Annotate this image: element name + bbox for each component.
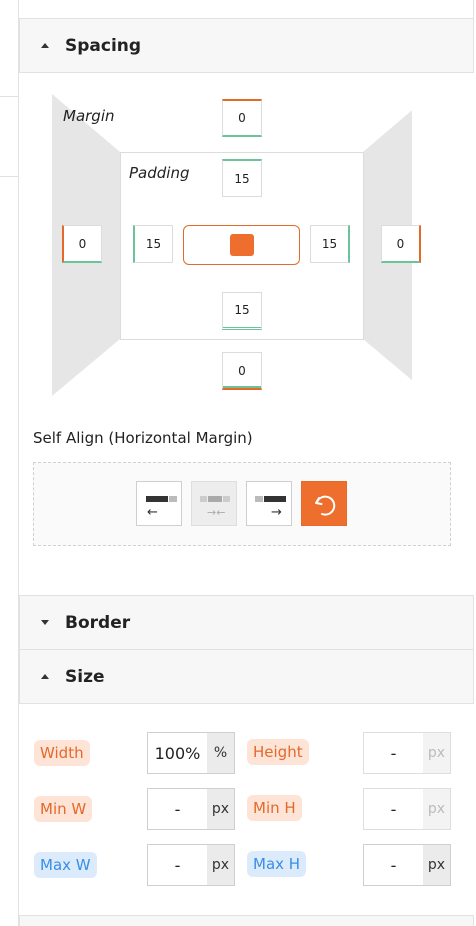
bar-spacer: [223, 496, 230, 502]
section-title: Border: [65, 612, 131, 633]
arrow-right-icon: →: [271, 505, 282, 520]
margin-left-input[interactable]: 0: [62, 225, 102, 263]
min-h-unit[interactable]: px: [423, 789, 450, 829]
content-square-icon: [229, 234, 254, 256]
arrow-left-icon: ←: [147, 505, 158, 520]
bar-spacer: [200, 496, 207, 502]
rail-divider: [0, 96, 19, 97]
align-left-icon: [146, 496, 168, 502]
min-w-unit[interactable]: px: [207, 789, 234, 829]
self-align-area: [33, 462, 451, 546]
min-h-label: Min H: [247, 795, 302, 821]
padding-right-input[interactable]: 15: [310, 225, 350, 263]
section-header-border[interactable]: Border: [19, 595, 474, 650]
align-center-button[interactable]: →←: [191, 481, 237, 526]
width-label: Width: [34, 740, 90, 766]
caret-down-icon: [41, 620, 49, 625]
align-left-button[interactable]: ←: [136, 481, 182, 526]
padding-bottom-input[interactable]: 15: [222, 292, 262, 330]
max-w-label: Max W: [34, 852, 97, 878]
section-title: Size: [65, 666, 105, 687]
section-header-size[interactable]: Size: [19, 649, 474, 704]
bar-spacer: [255, 496, 263, 502]
align-right-icon: [264, 496, 286, 502]
margin-top-input[interactable]: 0: [222, 99, 262, 137]
align-center-icon: [208, 496, 222, 502]
margin-right-input[interactable]: 0: [381, 225, 421, 263]
max-h-label: Max H: [247, 851, 307, 877]
padding-top-input[interactable]: 15: [222, 159, 262, 197]
max-h-field[interactable]: - px: [363, 844, 451, 886]
padding-label: Padding: [129, 164, 190, 182]
width-input[interactable]: 100%: [148, 733, 207, 773]
height-field[interactable]: - px: [363, 732, 451, 774]
height-unit[interactable]: px: [423, 733, 450, 773]
previous-section-edge: [19, 0, 474, 18]
min-w-input[interactable]: -: [148, 789, 207, 829]
min-w-label: Min W: [34, 796, 93, 822]
width-unit[interactable]: %: [207, 733, 234, 773]
content-box-button[interactable]: [183, 225, 300, 265]
margin-label: Margin: [63, 107, 115, 125]
self-align-label: Self Align (Horizontal Margin): [33, 429, 253, 447]
undo-icon: [315, 495, 336, 516]
height-label: Height: [247, 739, 309, 765]
caret-up-icon: [41, 43, 49, 48]
next-section-edge: [19, 915, 474, 926]
min-h-field[interactable]: - px: [363, 788, 451, 830]
max-w-input[interactable]: -: [148, 845, 207, 885]
reset-align-button[interactable]: [301, 481, 347, 526]
height-input[interactable]: -: [364, 733, 423, 773]
section-title: Spacing: [65, 35, 142, 56]
left-rail: [0, 0, 19, 926]
rail-divider: [0, 176, 19, 177]
max-h-unit[interactable]: px: [423, 845, 450, 885]
section-header-spacing[interactable]: Spacing: [19, 18, 474, 73]
min-h-input[interactable]: -: [364, 789, 423, 829]
min-w-field[interactable]: - px: [147, 788, 235, 830]
bar-spacer: [169, 496, 177, 502]
max-w-unit[interactable]: px: [207, 845, 234, 885]
arrows-in-icon: →←: [207, 506, 226, 519]
align-right-button[interactable]: →: [246, 481, 292, 526]
margin-bottom-input[interactable]: 0: [222, 352, 262, 390]
padding-left-input[interactable]: 15: [133, 225, 173, 263]
max-h-input[interactable]: -: [364, 845, 423, 885]
width-field[interactable]: 100% %: [147, 732, 235, 774]
max-w-field[interactable]: - px: [147, 844, 235, 886]
caret-up-icon: [41, 674, 49, 679]
